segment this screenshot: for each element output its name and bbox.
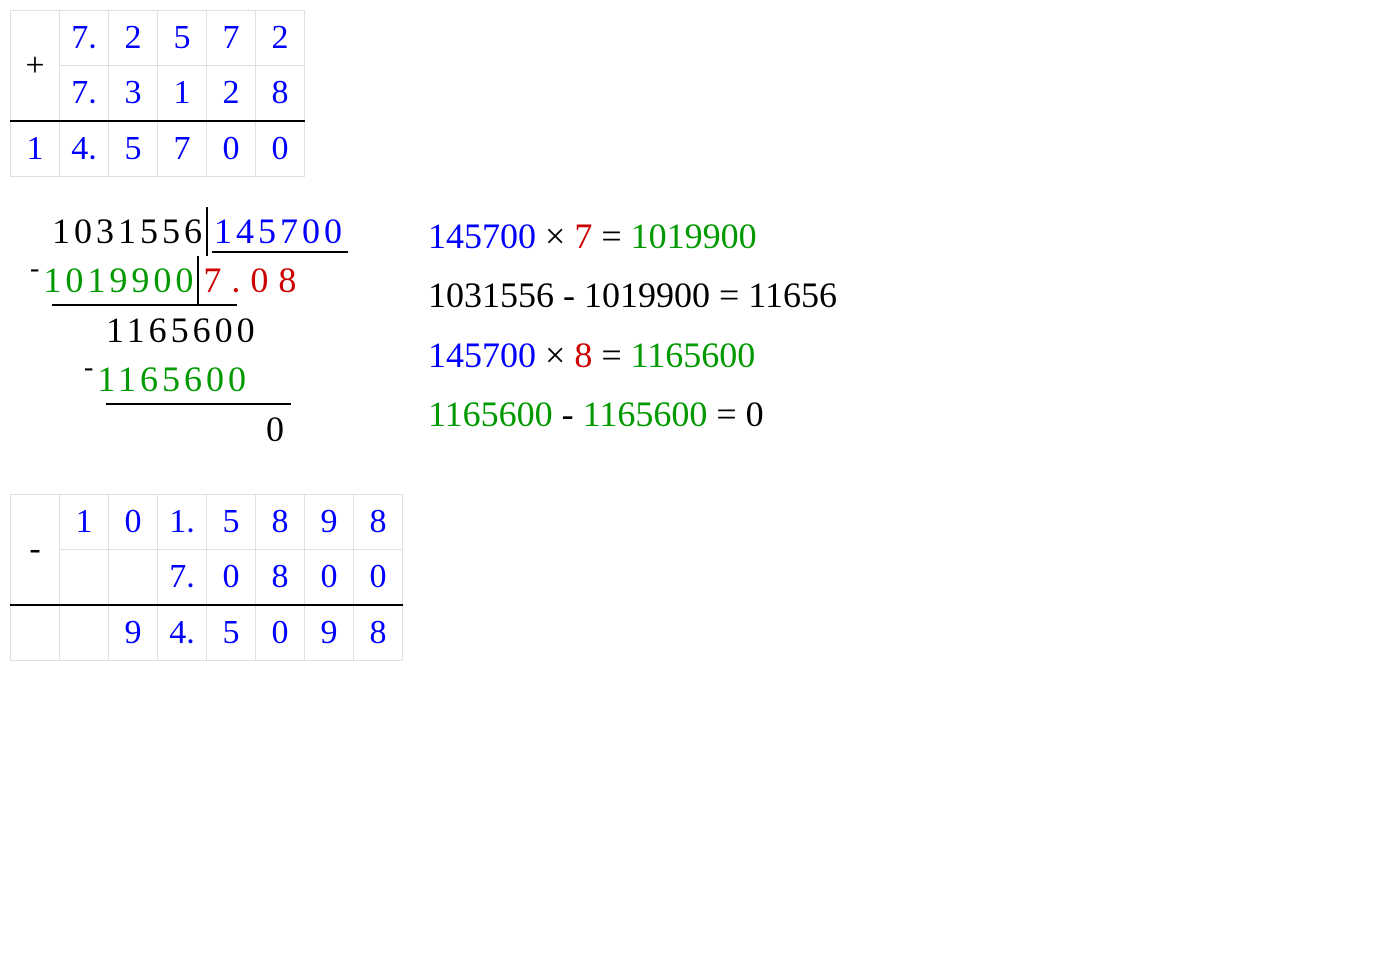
step-value: 0 — [746, 394, 764, 434]
digit-cell: 7. — [60, 11, 109, 66]
digit-cell: 1 — [158, 66, 207, 122]
step-value: 145700 — [428, 335, 536, 375]
digit-cell: 0 — [207, 549, 256, 605]
step-op: = — [601, 335, 621, 375]
digit-cell: 4. — [60, 121, 109, 177]
digit-cell: 4. — [158, 605, 207, 661]
digit-cell: 7. — [60, 66, 109, 122]
digit-cell: 0 — [305, 549, 354, 605]
step-value: 1165600 — [428, 394, 553, 434]
step-value: 8 — [574, 335, 592, 375]
minus-icon: - — [30, 250, 43, 299]
digit-cell: 1 — [60, 494, 109, 549]
digit-cell: 5 — [207, 605, 256, 661]
step-value: 145700 — [428, 216, 536, 256]
digit-cell: 9 — [305, 494, 354, 549]
step-line: 145700 × 7 = 1019900 — [428, 207, 837, 266]
divisor: 145700 — [212, 211, 348, 253]
digit-cell: 0 — [207, 121, 256, 177]
digit-cell: 9 — [109, 605, 158, 661]
step-line: 1031556 - 1019900 = 11656 — [428, 266, 837, 325]
subtract-2: 1165600 — [97, 355, 250, 404]
subtract-1: 1019900 — [43, 256, 197, 305]
step-value: 1019900 — [631, 216, 757, 256]
dividend: 1031556 — [52, 207, 206, 256]
step-op: = — [601, 216, 621, 256]
digit-cell — [60, 549, 109, 605]
digit-cell: 8 — [256, 549, 305, 605]
digit-cell: 1 — [11, 121, 60, 177]
step-value: 7 — [574, 216, 592, 256]
step-op: × — [545, 216, 565, 256]
digit-cell: 8 — [256, 66, 305, 122]
digit-cell — [11, 605, 60, 661]
digit-cell: 9 — [305, 605, 354, 661]
digit-cell: 0 — [256, 121, 305, 177]
final-remainder: 0 — [266, 405, 288, 454]
digit-cell: 7. — [158, 549, 207, 605]
digit-cell: 2 — [207, 66, 256, 122]
digit-cell: 5 — [109, 121, 158, 177]
addition-block: + 7. 2 5 7 2 7. 3 1 2 8 1 4. 5 7 0 0 — [10, 10, 1378, 177]
addition-operator: + — [11, 11, 60, 122]
digit-cell: 8 — [256, 494, 305, 549]
partial-remainder-1: 1165600 — [106, 306, 259, 355]
step-op: = — [716, 394, 736, 434]
digit-cell: 1. — [158, 494, 207, 549]
addition-table: + 7. 2 5 7 2 7. 3 1 2 8 1 4. 5 7 0 0 — [10, 10, 305, 177]
long-division-work: 1031556 145700 - 1019900 7.08 1165600 - … — [10, 207, 348, 454]
step-value: 1165600 — [583, 394, 708, 434]
digit-cell: 8 — [354, 494, 403, 549]
digit-cell: 3 — [109, 66, 158, 122]
step-op: - — [562, 394, 574, 434]
step-op: × — [545, 335, 565, 375]
digit-cell: 2 — [109, 11, 158, 66]
step-line: 145700 × 8 = 1165600 — [428, 326, 837, 385]
subtraction-operator: - — [11, 494, 60, 605]
digit-cell: 2 — [256, 11, 305, 66]
digit-cell: 5 — [207, 494, 256, 549]
digit-cell: 7 — [207, 11, 256, 66]
subtraction-block: - 1 0 1. 5 8 9 8 7. 0 8 0 0 9 4. 5 0 9 8 — [10, 494, 1378, 661]
step-value: 1165600 — [631, 335, 756, 375]
minus-icon: - — [84, 349, 97, 398]
digit-cell: 8 — [354, 605, 403, 661]
digit-cell: 7 — [158, 121, 207, 177]
digit-cell: 0 — [354, 549, 403, 605]
step-explanations: 145700 × 7 = 1019900 1031556 - 1019900 =… — [428, 207, 837, 445]
digit-cell: 0 — [109, 494, 158, 549]
digit-cell — [60, 605, 109, 661]
digit-cell: 0 — [256, 605, 305, 661]
digit-cell: 5 — [158, 11, 207, 66]
division-section: 1031556 145700 - 1019900 7.08 1165600 - … — [10, 207, 1378, 454]
step-line: 1165600 - 1165600 = 0 — [428, 385, 837, 444]
subtraction-table: - 1 0 1. 5 8 9 8 7. 0 8 0 0 9 4. 5 0 9 8 — [10, 494, 403, 661]
digit-cell — [109, 549, 158, 605]
quotient: 7.08 — [197, 256, 306, 305]
